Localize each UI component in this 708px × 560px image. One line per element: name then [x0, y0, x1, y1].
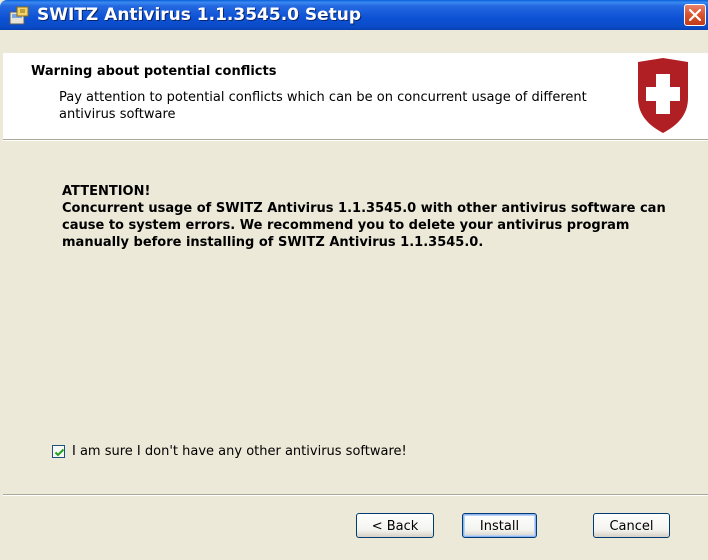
page-title: Warning about potential conflicts — [31, 64, 277, 79]
close-icon — [689, 9, 701, 21]
confirmation-label[interactable]: I am sure I don't have any other antivir… — [72, 444, 407, 459]
setup-window: SWITZ Antivirus 1.1.3545.0 Setup Warning… — [0, 0, 708, 560]
title-bar[interactable]: SWITZ Antivirus 1.1.3545.0 Setup — [0, 0, 708, 30]
install-button[interactable]: Install — [462, 513, 537, 538]
window-title: SWITZ Antivirus 1.1.3545.0 Setup — [37, 5, 362, 25]
attention-heading: ATTENTION! — [62, 184, 151, 199]
header-divider — [3, 139, 708, 141]
checkmark-icon — [54, 448, 65, 457]
confirmation-checkbox[interactable] — [52, 445, 65, 458]
attention-message: ATTENTION! Concurrent usage of SWITZ Ant… — [62, 183, 692, 251]
close-button[interactable] — [684, 4, 706, 26]
header-panel: Warning about potential conflicts Pay at… — [3, 53, 708, 139]
shield-cross-icon — [636, 58, 690, 134]
page-description: Pay attention to potential conflicts whi… — [59, 90, 587, 122]
attention-text: Concurrent usage of SWITZ Antivirus 1.1.… — [62, 201, 666, 250]
cancel-button[interactable]: Cancel — [593, 513, 670, 538]
installer-icon — [8, 6, 30, 26]
footer-divider — [3, 494, 708, 496]
back-button[interactable]: < Back — [356, 513, 434, 538]
